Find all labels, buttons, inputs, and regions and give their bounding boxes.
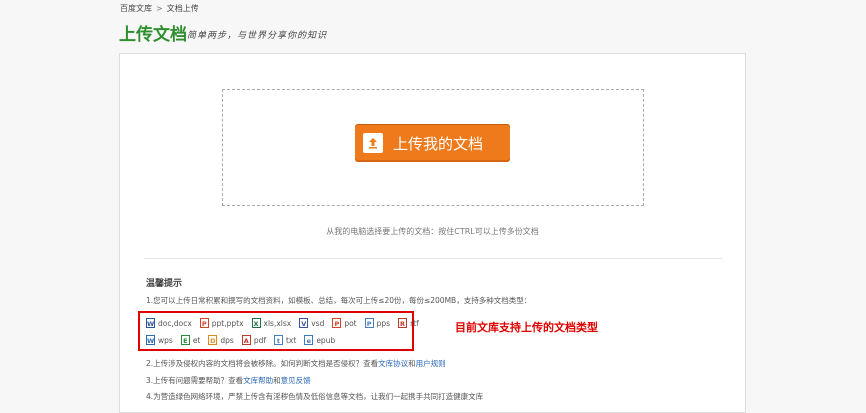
wps-icon: W — [146, 335, 155, 345]
file-type-pot: Ppot — [332, 318, 357, 328]
agreement-link[interactable]: 文库协议 — [378, 359, 408, 368]
et-icon: E — [180, 335, 190, 345]
rtf-icon: R — [398, 318, 408, 328]
file-type-label: doc,docx — [158, 318, 192, 328]
file-type-label: txt — [285, 335, 297, 345]
file-type-label: rtf — [410, 318, 419, 328]
file-type-rtf: Rrtf — [398, 318, 419, 328]
tip-line-3: 3.上传有问题需要帮助？查看文库帮助和意见反馈 — [146, 375, 311, 386]
tip-line-4: 4.为营造绿色网络环境，严禁上传含有淫秽色情及低俗信息等文档，让我们一起携手共同… — [146, 392, 484, 401]
file-types-box: Wdoc,docx Pppt,pptx Xxls,xlsx Vvsd Ppot Ppps R… — [138, 311, 419, 351]
upload-button[interactable]: 上传我的文档 — [355, 124, 510, 162]
file-type-label: pot — [344, 318, 357, 328]
file-type-label: pdf — [253, 335, 266, 345]
upload-panel: 上传我的文档 从我的电脑选择要上传的文档：按住CTRL可以上传多份文档 温馨提示… — [119, 53, 746, 413]
file-type-xls: Xxls,xlsx — [251, 318, 292, 328]
tip-2-and: 和 — [408, 359, 416, 368]
breadcrumb: 百度文库 > 文档上传 — [120, 3, 199, 14]
breadcrumb-current: 文档上传 — [166, 4, 199, 13]
feedback-link[interactable]: 意见反馈 — [281, 376, 311, 385]
word-icon: W — [146, 318, 155, 328]
file-type-txt: t txt — [273, 335, 297, 345]
file-type-pdf: Apdf — [241, 335, 266, 345]
file-type-label: xls,xlsx — [263, 318, 292, 328]
page-title: 上传文档 — [119, 25, 187, 45]
user-rules-link[interactable]: 用户规则 — [416, 359, 446, 368]
epub-icon: e — [304, 335, 314, 345]
tip-2-text: 2.上传涉及侵权内容的文档将会被移除。如何判断文档是否侵权？查看 — [146, 359, 379, 368]
file-type-label: epub — [316, 335, 336, 345]
file-type-ppt: Pppt,pptx — [199, 318, 244, 328]
upload-button-label: 上传我的文档 — [393, 134, 484, 153]
pot-icon: P — [332, 318, 342, 328]
file-type-pps: Ppps — [364, 318, 391, 328]
pdf-icon: A — [241, 335, 251, 345]
txt-icon: t — [273, 335, 283, 345]
file-types-callout: 目前文库支持上传的文档类型 — [455, 321, 598, 334]
upload-dropzone[interactable]: 上传我的文档 — [222, 89, 644, 206]
tip-line-2: 2.上传涉及侵权内容的文档将会被移除。如何判断文档是否侵权？查看文库协议和用户规… — [146, 358, 446, 369]
file-type-doc: Wdoc,docx — [146, 318, 192, 328]
file-type-label: pps — [376, 318, 391, 328]
pps-icon: P — [364, 318, 374, 328]
file-type-label: vsd — [311, 318, 325, 328]
help-link[interactable]: 文库帮助 — [243, 376, 273, 385]
file-type-label: ppt,pptx — [211, 318, 244, 328]
tip-3-and: 和 — [273, 376, 281, 385]
breadcrumb-home[interactable]: 百度文库 — [120, 4, 152, 13]
file-type-label: dps — [220, 335, 234, 345]
excel-icon: X — [251, 318, 261, 328]
file-type-et: Eet — [180, 335, 201, 345]
breadcrumb-separator: > — [156, 4, 163, 13]
file-type-wps: Wwps — [146, 335, 173, 345]
file-types-row-1: Wdoc,docx Pppt,pptx Xxls,xlsx Vvsd Ppot Ppps R… — [146, 318, 419, 328]
dps-icon: D — [208, 335, 218, 345]
page-slogan: 简单两步，与世界分享你的知识 — [187, 31, 328, 41]
visio-icon: V — [299, 318, 309, 328]
tip-line-1: 1.您可以上传日常积累和撰写的文档资料，如模板、总结，每次可上传≤20份，每份≤… — [146, 296, 532, 305]
file-type-label: wps — [158, 335, 173, 345]
divider — [144, 258, 722, 259]
file-type-dps: Ddps — [208, 335, 234, 345]
upload-instruction: 从我的电脑选择要上传的文档：按住CTRL可以上传多份文档 — [326, 227, 539, 236]
powerpoint-icon: P — [199, 318, 209, 328]
file-types-row-2: Wwps Eet Ddps Apdf t txt e epub — [146, 335, 335, 345]
file-type-vsd: Vvsd — [299, 318, 324, 328]
file-type-label: et — [192, 335, 201, 345]
upload-arrow-icon — [363, 133, 383, 153]
tips-heading: 温馨提示 — [146, 279, 183, 289]
tip-3-text: 3.上传有问题需要帮助？查看 — [146, 376, 244, 385]
file-type-epub: e epub — [304, 335, 335, 345]
